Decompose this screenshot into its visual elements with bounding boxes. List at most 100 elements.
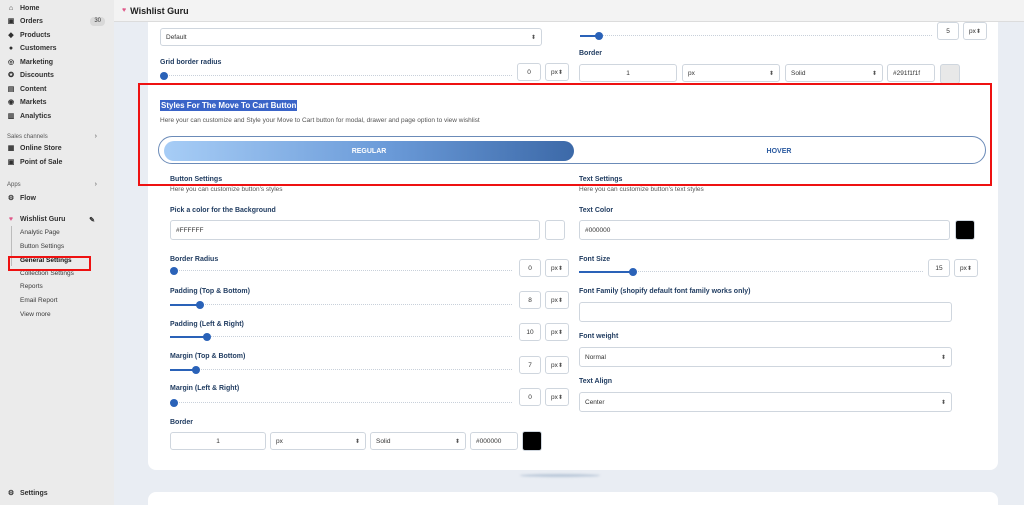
grid-radius-unit[interactable]: px ⬍: [545, 63, 569, 81]
padding-tb-input[interactable]: 8: [519, 291, 541, 309]
nav-home[interactable]: ⌂ Home: [7, 3, 107, 14]
right-top-unit[interactable]: px ⬍: [963, 22, 987, 40]
top-border-width[interactable]: 1: [579, 64, 677, 82]
pin-icon[interactable]: ✎: [89, 216, 95, 224]
nav-label: Settings: [20, 490, 48, 497]
nav-label: Point of Sale: [20, 159, 63, 166]
updown-icon: ⬍: [940, 399, 946, 406]
slider-knob[interactable]: [196, 301, 204, 309]
app-title: Wishlist Guru: [130, 5, 189, 16]
padding-tb-slider[interactable]: [170, 301, 512, 309]
content-icon: ▤: [7, 85, 15, 93]
nav-customers[interactable]: ● Customers: [7, 43, 107, 54]
person-icon: ●: [8, 44, 14, 52]
layout-select[interactable]: Default ⬍: [160, 28, 542, 46]
bg-color-swatch[interactable]: [545, 220, 565, 240]
font-size-input[interactable]: 15: [928, 259, 950, 277]
margin-tb-slider[interactable]: [170, 366, 512, 374]
border-radius-unit[interactable]: px ⬍: [545, 259, 569, 277]
padding-lr-unit[interactable]: px ⬍: [545, 323, 569, 341]
top-border-color-input[interactable]: #291f1f1f: [887, 64, 935, 82]
sub-button-settings[interactable]: Button Settings: [20, 242, 64, 252]
heart-icon: ♥: [8, 215, 14, 223]
apps-header[interactable]: Apps ›: [7, 181, 107, 188]
padding-lr-slider[interactable]: [170, 333, 512, 341]
border-radius-input[interactable]: 0: [519, 259, 541, 277]
nav-products[interactable]: ◆ Products: [7, 30, 107, 41]
padding-lr-input[interactable]: 10: [519, 323, 541, 341]
margin-lr-input[interactable]: 0: [519, 388, 541, 406]
button-border-style[interactable]: Solid ⬍: [370, 432, 466, 450]
pos-icon: ▣: [7, 158, 15, 166]
right-top-input[interactable]: 5: [937, 22, 959, 40]
font-family-input[interactable]: [579, 302, 952, 322]
nav-marketing[interactable]: ◎ Marketing: [7, 57, 107, 68]
sub-analytic-page[interactable]: Analytic Page: [20, 228, 60, 238]
sub-view-more[interactable]: View more: [20, 310, 51, 320]
button-border-width[interactable]: 1: [170, 432, 266, 450]
slider-track: [160, 75, 512, 77]
tag-icon: ◆: [8, 31, 14, 39]
padding-tb-unit[interactable]: px ⬍: [545, 291, 569, 309]
font-size-unit[interactable]: px ⬍: [954, 259, 978, 277]
text-align-select[interactable]: Center ⬍: [579, 392, 952, 412]
margin-lr-unit[interactable]: px ⬍: [545, 388, 569, 406]
nav-label: Markets: [20, 99, 47, 106]
updown-icon: ⬍: [871, 70, 877, 77]
button-border-color-input[interactable]: #000000: [470, 432, 518, 450]
text-color-input[interactable]: #000000: [579, 220, 950, 240]
slider-knob[interactable]: [170, 267, 178, 275]
button-border-label: Border: [170, 419, 193, 426]
updown-icon: ⬍: [966, 265, 972, 272]
nav-markets[interactable]: ◉ Markets: [7, 97, 107, 108]
nav-analytics[interactable]: ▥ Analytics: [7, 111, 107, 122]
top-border-unit[interactable]: px ⬍: [682, 64, 780, 82]
top-border-color-swatch[interactable]: [940, 64, 960, 84]
margin-lr-slider[interactable]: [170, 399, 512, 407]
nav-online-store[interactable]: ▦ Online Store: [7, 143, 107, 154]
button-border-color-swatch[interactable]: [522, 431, 542, 451]
margin-tb-unit[interactable]: px ⬍: [545, 356, 569, 374]
nav-point-of-sale[interactable]: ▣ Point of Sale: [7, 157, 107, 168]
slider-knob[interactable]: [629, 268, 637, 276]
button-border-unit[interactable]: px ⬍: [270, 432, 366, 450]
bg-color-input[interactable]: #FFFFFF: [170, 220, 540, 240]
slider-knob[interactable]: [192, 366, 200, 374]
slider-track: [170, 270, 512, 272]
nav-flow[interactable]: ⚙ Flow: [7, 193, 107, 204]
grid-radius-input[interactable]: 0: [517, 63, 541, 81]
sales-channels-header[interactable]: Sales channels ›: [7, 133, 107, 140]
font-size-slider[interactable]: [579, 268, 923, 276]
slider-knob[interactable]: [203, 333, 211, 341]
chevron-right-icon: ›: [94, 181, 97, 188]
nav-content[interactable]: ▤ Content: [7, 84, 107, 95]
slider-knob[interactable]: [160, 72, 168, 80]
sub-email-report[interactable]: Email Report: [20, 296, 58, 306]
text-align-label: Text Align: [579, 378, 613, 385]
nav-discounts[interactable]: ✪ Discounts: [7, 70, 107, 81]
nav-settings[interactable]: ⚙ Settings: [7, 488, 107, 499]
unit-value: px: [551, 264, 558, 272]
margin-tb-input[interactable]: 7: [519, 356, 541, 374]
unit-value: px: [551, 296, 558, 304]
sub-reports[interactable]: Reports: [20, 282, 43, 292]
grid-radius-slider[interactable]: [160, 72, 512, 80]
slider-knob[interactable]: [595, 32, 603, 40]
slider-track: [170, 402, 512, 404]
nav-orders[interactable]: ▣ Orders 30: [7, 16, 107, 27]
updown-icon: ⬍: [354, 438, 360, 445]
nav-label: Orders: [20, 18, 43, 25]
updown-icon: ⬍: [557, 394, 563, 401]
sidebar: ⌂ Home ▣ Orders 30 ◆ Products ● Customers ◎ Ma…: [0, 0, 114, 505]
text-color-swatch[interactable]: [955, 220, 975, 240]
border-radius-slider[interactable]: [170, 267, 512, 275]
top-border-label: Border: [579, 50, 602, 57]
slider-knob[interactable]: [170, 399, 178, 407]
nav-wishlist-guru[interactable]: ♥ Wishlist Guru ✎: [7, 214, 107, 225]
slider-track: [170, 369, 512, 371]
font-weight-select[interactable]: Normal ⬍: [579, 347, 952, 367]
right-top-slider[interactable]: [580, 32, 932, 40]
nav-label: Content: [20, 86, 47, 93]
top-border-style[interactable]: Solid ⬍: [785, 64, 883, 82]
grid-border-radius-label: Grid border radius: [160, 59, 222, 66]
